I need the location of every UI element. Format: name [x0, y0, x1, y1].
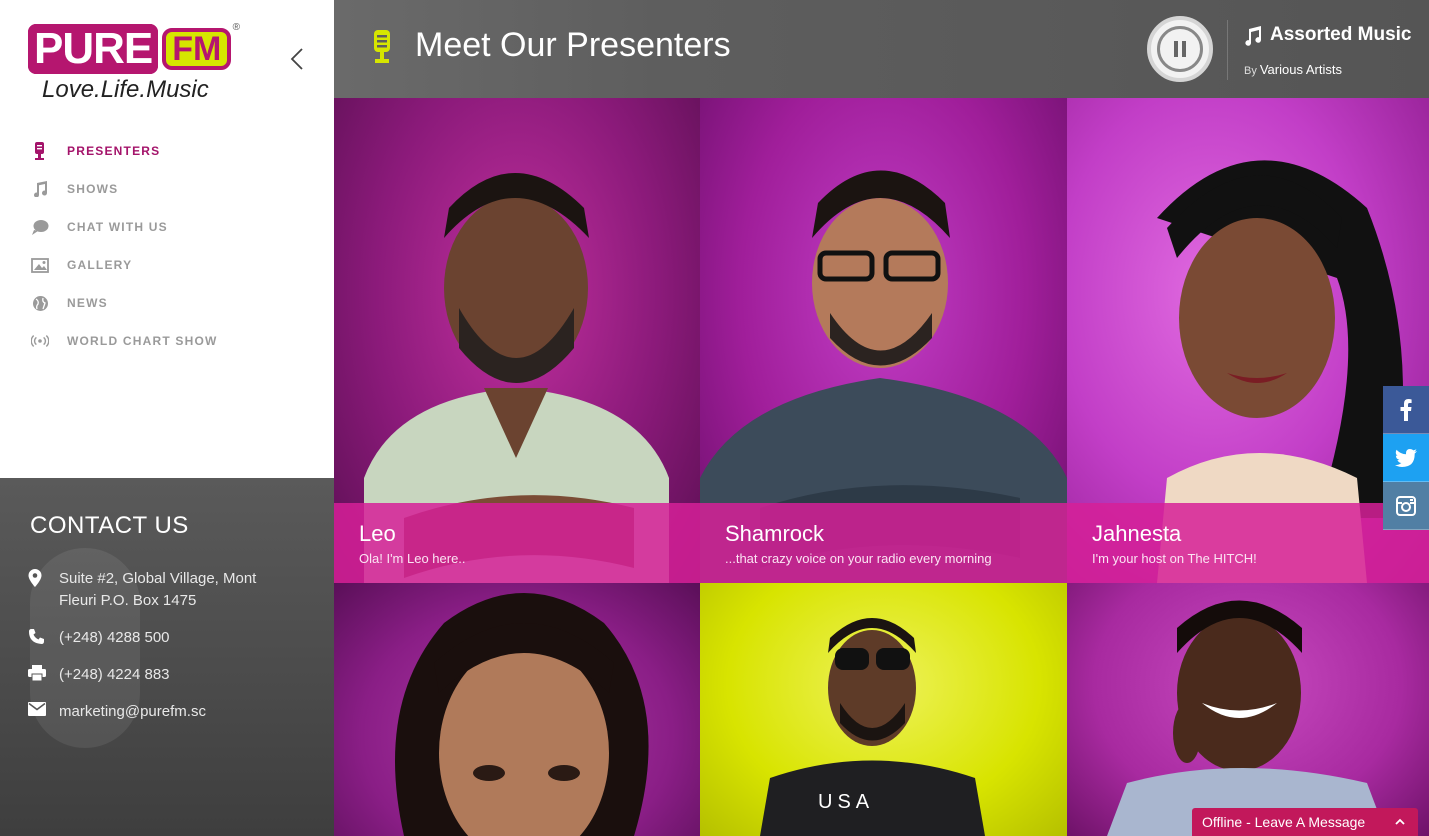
twitter-button[interactable]: [1383, 434, 1429, 482]
now-playing-artist: Various Artists: [1259, 62, 1342, 77]
nav-item-chat-with-us[interactable]: CHAT WITH US: [0, 208, 334, 246]
facebook-button[interactable]: [1383, 386, 1429, 434]
presenter-caption: Leo Ola! I'm Leo here..: [334, 503, 700, 583]
by-label: By: [1244, 65, 1257, 77]
contact-email-row[interactable]: marketing@purefm.sc: [28, 701, 279, 723]
facebook-icon: [1400, 398, 1412, 421]
phone-icon: [28, 628, 46, 646]
presenter-photo: USA: [700, 583, 1067, 836]
presenter-card-6[interactable]: [1067, 583, 1429, 836]
shirt-usa-text: USA: [818, 791, 874, 813]
chat-widget-label: Offline - Leave A Message: [1202, 814, 1366, 830]
nav-label: SHOWS: [67, 182, 119, 196]
chat-bubble-icon: [31, 218, 49, 236]
nav-item-world-chart-show[interactable]: WORLD CHART SHOW: [0, 322, 334, 360]
nav-label: PRESENTERS: [67, 144, 161, 158]
instagram-button[interactable]: [1383, 482, 1429, 530]
offline-chat-widget[interactable]: Offline - Leave A Message: [1192, 808, 1418, 836]
music-note-icon: [1245, 26, 1261, 46]
now-playing-byline: By Various Artists: [1244, 62, 1342, 77]
gallery-icon: [31, 256, 49, 274]
app-root: PURE FM ® Love.Life.Music PRESENTERS SHO…: [0, 0, 1429, 836]
instagram-icon: [1396, 495, 1416, 516]
music-note-icon: [31, 180, 49, 198]
presenter-name: Leo: [359, 521, 396, 546]
page-title: Meet Our Presenters: [415, 26, 731, 64]
nav-item-shows[interactable]: SHOWS: [0, 170, 334, 208]
nav-item-presenters[interactable]: PRESENTERS: [0, 132, 334, 170]
printer-icon: [28, 665, 46, 683]
nav-label: WORLD CHART SHOW: [67, 334, 218, 348]
contact-title: CONTACT US: [30, 512, 189, 539]
contact-email: marketing@purefm.sc: [59, 703, 206, 720]
presenter-card-shamrock[interactable]: Shamrock ...that crazy voice on your rad…: [700, 98, 1067, 583]
presenter-name: Shamrock: [725, 521, 825, 546]
player-divider: [1227, 20, 1228, 80]
nav-item-news[interactable]: NEWS: [0, 284, 334, 322]
purefm-logo[interactable]: PURE FM ® Love.Life.Music: [28, 22, 240, 106]
presenter-caption: Jahnesta I'm your host on The HITCH!: [1067, 503, 1429, 583]
nav-item-gallery[interactable]: GALLERY: [0, 246, 334, 284]
contact-phone: (+248) 4288 500: [59, 629, 170, 646]
twitter-icon: [1395, 448, 1417, 467]
main-nav: PRESENTERS SHOWS CHAT WITH US GALLERY NE…: [0, 132, 334, 360]
social-links: [1383, 386, 1429, 530]
microphone-icon: [374, 30, 390, 63]
presenter-card-jahnesta[interactable]: Jahnesta I'm your host on The HITCH!: [1067, 98, 1429, 583]
collapse-sidebar-button[interactable]: [286, 46, 310, 72]
broadcast-icon: [31, 332, 49, 350]
contact-phone-row[interactable]: (+248) 4288 500: [28, 627, 279, 649]
nav-label: CHAT WITH US: [67, 220, 168, 234]
player-progress-ring: [1157, 26, 1203, 72]
contact-address: Suite #2, Global Village, Mont Fleuri P.…: [59, 570, 257, 609]
chevron-up-icon: [1395, 818, 1405, 825]
presenter-card-5[interactable]: USA: [700, 583, 1067, 836]
envelope-icon: [28, 702, 46, 720]
presenter-tagline: ...that crazy voice on your radio every …: [725, 551, 992, 566]
sidebar: PURE FM ® Love.Life.Music PRESENTERS SHO…: [0, 0, 334, 836]
nav-label: GALLERY: [67, 258, 133, 272]
presenter-photo: [1067, 583, 1429, 836]
microphone-icon: [31, 142, 49, 160]
presenters-grid: Leo Ola! I'm Leo here.. Shamrock ...that…: [334, 98, 1429, 836]
page-header: Meet Our Presenters Assorted Music By Var…: [334, 0, 1429, 98]
contact-address-row: Suite #2, Global Village, Mont Fleuri P.…: [28, 568, 279, 612]
presenter-caption: Shamrock ...that crazy voice on your rad…: [700, 503, 1067, 583]
chevron-left-icon: [290, 48, 303, 70]
presenter-card-4[interactable]: [334, 583, 700, 836]
globe-icon: [31, 294, 49, 312]
location-pin-icon: [28, 569, 46, 587]
logo-fm-text: FM: [162, 28, 232, 70]
presenter-name: Jahnesta: [1092, 521, 1182, 546]
presenter-card-leo[interactable]: Leo Ola! I'm Leo here..: [334, 98, 700, 583]
presenter-photo: [334, 583, 700, 836]
nav-label: NEWS: [67, 296, 108, 310]
presenter-tagline: I'm your host on The HITCH!: [1092, 551, 1257, 566]
now-playing-title: Assorted Music: [1270, 24, 1412, 45]
logo-pure-text: PURE: [28, 24, 159, 74]
contact-panel: CONTACT US Suite #2, Global Village, Mon…: [0, 478, 334, 836]
logo-registered-mark: ®: [232, 22, 240, 33]
play-pause-button[interactable]: [1147, 16, 1213, 82]
contact-fax: (+248) 4224 883: [59, 666, 170, 683]
presenter-tagline: Ola! I'm Leo here..: [359, 551, 466, 566]
logo-tagline: Love.Life.Music: [42, 76, 209, 103]
contact-fax-row: (+248) 4224 883: [28, 664, 279, 686]
